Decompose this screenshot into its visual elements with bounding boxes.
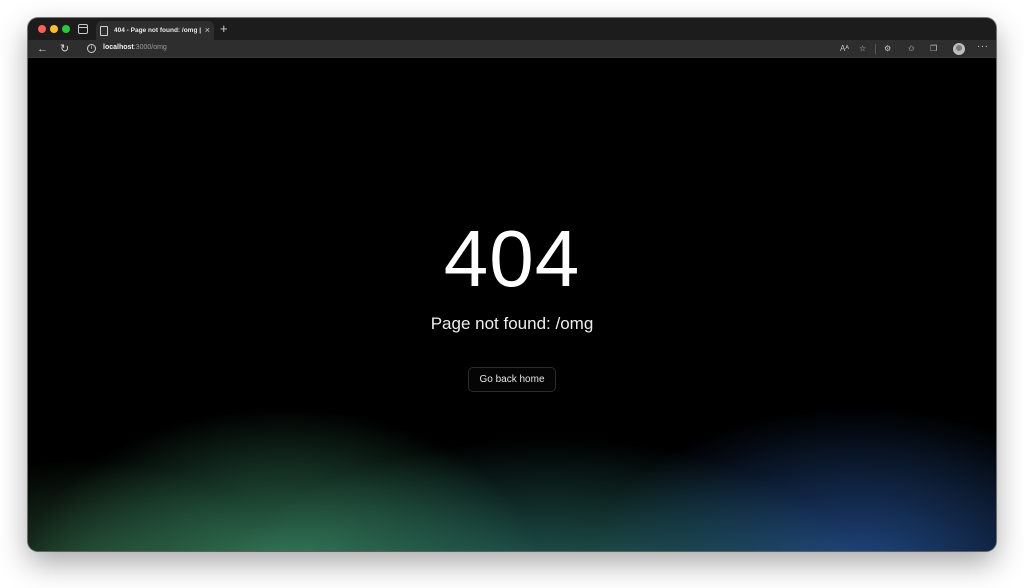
profile-icon[interactable] bbox=[953, 43, 965, 55]
url-host: localhost bbox=[103, 44, 134, 51]
favorites-icon[interactable]: ✩ bbox=[908, 43, 915, 55]
page-content: 404 Page not found: /omg Go back home bbox=[28, 59, 996, 551]
close-tab-icon[interactable]: × bbox=[205, 26, 210, 35]
extensions-icon[interactable]: ⚙ bbox=[884, 43, 891, 55]
document-icon bbox=[100, 25, 108, 36]
close-window-button[interactable] bbox=[38, 25, 46, 33]
add-favorite-icon[interactable]: ☆ bbox=[859, 43, 866, 55]
back-button[interactable]: ← bbox=[37, 42, 48, 56]
tab-actions-icon[interactable] bbox=[78, 24, 88, 34]
new-tab-button[interactable]: + bbox=[220, 22, 228, 35]
site-info-icon[interactable]: i bbox=[87, 44, 96, 53]
more-icon[interactable]: ··· bbox=[977, 41, 989, 52]
error-code: 404 bbox=[443, 214, 581, 303]
tab-title: 404 - Page not found: /omg | N bbox=[114, 27, 201, 34]
toolbar-divider bbox=[875, 44, 876, 54]
url-path: :3000/omg bbox=[133, 44, 167, 51]
browser-window: 404 - Page not found: /omg | N × + ← ↻ i… bbox=[28, 18, 996, 551]
go-back-home-button[interactable]: Go back home bbox=[468, 367, 556, 392]
browser-toolbar: ← ↻ i localhost:3000/omg Aᴬ ☆ ⚙ ✩ ❐ ··· bbox=[28, 40, 996, 58]
minimize-window-button[interactable] bbox=[50, 25, 58, 33]
error-message: Page not found: /omg bbox=[430, 314, 594, 333]
tab-strip: 404 - Page not found: /omg | N × + bbox=[28, 18, 996, 40]
read-aloud-icon[interactable]: Aᴬ bbox=[840, 43, 849, 55]
maximize-window-button[interactable] bbox=[62, 25, 70, 33]
tab-active[interactable]: 404 - Page not found: /omg | N × bbox=[96, 21, 214, 40]
reload-button[interactable]: ↻ bbox=[60, 42, 69, 56]
address-bar[interactable]: localhost:3000/omg bbox=[103, 44, 167, 51]
collections-icon[interactable]: ❐ bbox=[930, 43, 937, 55]
